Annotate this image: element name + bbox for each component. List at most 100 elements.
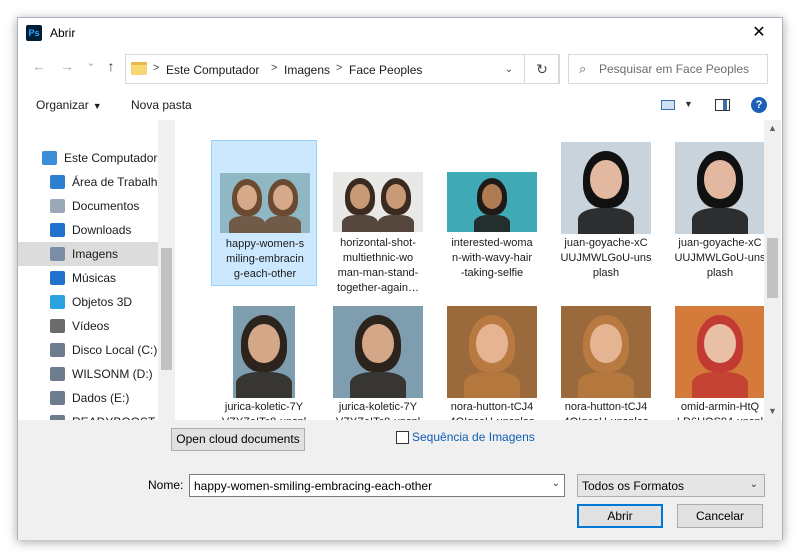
image-thumbnail [447,306,537,398]
command-bar: Organizar ▼ Nova pasta ▼ ? [18,90,782,120]
sidebar-item[interactable]: Dados (E:) [18,386,158,410]
up-arrow-icon[interactable]: ↑ [102,58,120,74]
organize-menu[interactable]: Organizar ▼ [36,98,102,112]
image-thumbnail [220,173,310,233]
sidebar-item[interactable]: READYBOOST (G [18,410,172,420]
breadcrumb-separator[interactable]: > [153,62,159,74]
new-folder-button[interactable]: Nova pasta [131,98,192,112]
thumbnail-body-shape [342,215,378,232]
view-options-icon[interactable] [661,100,675,110]
file-name-line: happy-women-s [225,238,305,250]
thumbnail-body-shape [464,372,520,398]
scroll-down-icon[interactable]: ▼ [764,403,781,420]
help-icon[interactable]: ? [751,97,767,113]
thumbnail-body-shape [692,208,748,234]
sidebar-item[interactable]: Downloads [18,218,158,242]
sidebar-item[interactable]: WILSONM (D:) [18,362,158,386]
thumbnail-body-shape [236,372,292,398]
search-box[interactable]: ⌕ [568,54,768,84]
file-tile[interactable]: jurica-koletic-7YVZYZeITc8-unsplash [211,304,317,420]
recent-locations-chevron-icon[interactable]: ⌄ [82,56,100,69]
file-name-line: horizontal-shot- [340,237,416,249]
cancel-button[interactable]: Cancelar [677,504,763,528]
search-input[interactable] [599,60,765,78]
image-thumbnail [447,172,537,232]
forward-arrow-icon[interactable]: → [58,58,76,74]
preview-pane-icon[interactable] [715,99,730,111]
file-name-input[interactable] [194,478,539,493]
file-tile[interactable]: juan-goyache-xC UUJMWLGoU-uns plash [553,140,659,286]
file-name-chevron-down-icon[interactable]: ⌄ [552,478,560,489]
file-tile[interactable]: happy-women-s miling-embracin g-each-other [211,140,317,286]
breadcrumb-computer[interactable]: Este Computador [166,63,259,77]
file-name-line: juan-goyache-xC [564,237,648,249]
breadcrumb-separator[interactable]: > [336,62,342,74]
sidebar-item[interactable]: Este Computador [18,146,158,170]
sidebar-item[interactable]: Área de Trabalho [18,170,164,194]
refresh-icon[interactable]: ↻ [524,54,560,84]
breadcrumb-separator[interactable]: > [271,62,277,74]
sidebar-item[interactable]: Vídeos [18,314,158,338]
breadcrumb-pictures[interactable]: Imagens [284,63,330,77]
file-name-label: Nome: [148,478,184,492]
file-tile[interactable]: horizontal-shot-multiethnic-wo man-man-st… [325,140,431,294]
sidebar-item[interactable]: Imagens [18,242,158,266]
sidebar-item[interactable]: Objetos 3D [18,290,158,314]
file-scroll-thumb[interactable] [767,238,778,298]
file-tile[interactable]: jurica-koletic-7YVZYZeITc8-unsplash [325,304,431,420]
file-name-line: multiethnic-wo [342,252,414,264]
address-dropdown-chevron-icon[interactable]: ⌄ [495,54,523,84]
close-button[interactable]: ✕ [736,18,782,48]
file-tile[interactable]: juan-goyache-xC UUJMWLGoU-uns plash [667,140,773,286]
view-chevron-down-icon[interactable]: ▼ [684,99,693,109]
downloads-icon [50,223,65,237]
open-cloud-documents-button[interactable]: Open cloud documents [171,428,305,451]
file-list: happy-women-s miling-embracin g-each-other… [176,120,782,420]
file-name-line: together-again… [337,282,419,294]
sidebar-item-label: WILSONM (D:) [72,367,153,381]
file-name-line: UUJMWLGoU-uns [560,252,652,264]
dialog-title: Abrir [50,26,76,40]
thumbnail-body-shape [578,372,634,398]
sidebar-item-label: Músicas [72,271,117,285]
file-tile[interactable]: nora-hutton-tCJ44OIqceU-unsplash [553,304,659,420]
file-name-line: nora-hutton-tCJ4 [450,401,534,413]
open-button[interactable]: Abrir [577,504,663,528]
sidebar-item-label: Vídeos [72,319,110,333]
image-thumbnail [333,172,423,232]
scroll-up-icon[interactable]: ▲ [764,120,781,137]
thumbnail-face-shape [590,160,622,200]
title-bar: Ps Abrir ✕ [18,18,782,48]
file-name-combobox[interactable]: ⌄ [189,474,565,497]
file-scrollbar[interactable]: ▲ ▼ [764,120,781,420]
file-tile[interactable]: interested-woma n-with-wavy-hair -taking-s… [439,140,545,286]
desktop-icon [50,175,65,189]
thumbnail-body-shape [378,215,414,232]
back-arrow-icon[interactable]: ← [30,58,48,74]
address-bar[interactable]: > Este Computador > Imagens > Face Peopl… [125,54,559,84]
image-thumbnail [675,306,765,398]
thumbnail-body-shape [474,215,510,232]
objects-3d-icon [50,295,65,309]
image-sequence-checkbox[interactable] [396,431,409,444]
sidebar-item-label: Dados (E:) [72,391,130,405]
nav-scroll-thumb[interactable] [161,248,172,370]
file-name-line: -taking-selfie [460,267,524,279]
open-dialog: Ps Abrir ✕ ← → ⌄ ↑ > Este Computador > I… [17,17,783,540]
sidebar-item[interactable]: Músicas [18,266,158,290]
image-thumbnail [233,306,295,398]
nav-scrollbar[interactable] [158,120,175,420]
drive-e-icon [50,391,65,405]
sidebar-item-label: Documentos [72,199,140,213]
videos-icon [50,319,65,333]
file-name-line: n-with-wavy-hair [451,252,533,264]
breadcrumb-face-peoples[interactable]: Face Peoples [349,63,422,77]
file-type-select[interactable]: Todos os Formatos ⌄ [577,474,765,497]
navigation-pane: Este Computador Área de Trabalho Documento… [18,120,176,420]
sidebar-item[interactable]: Disco Local (C:) [18,338,158,362]
file-tile[interactable]: omid-armin-HtQLD6HOS94-unsplash [667,304,773,420]
sidebar-item[interactable]: Documentos [18,194,158,218]
drive-c-icon [50,343,65,357]
image-sequence-label[interactable]: Sequência de Imagens [412,430,535,444]
file-tile[interactable]: nora-hutton-tCJ44OIqceU-unsplash [439,304,545,420]
